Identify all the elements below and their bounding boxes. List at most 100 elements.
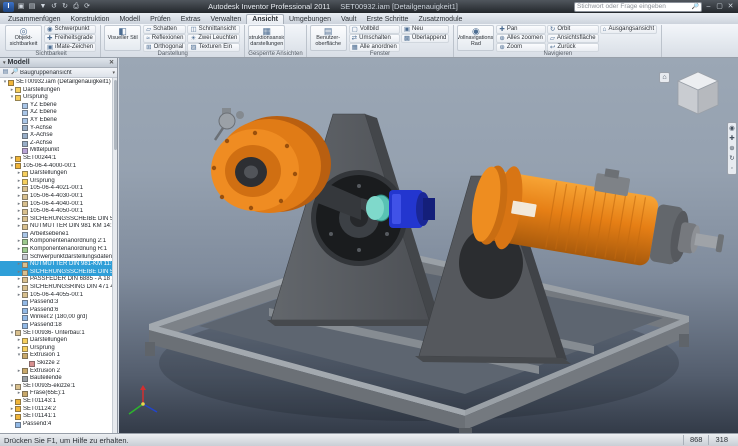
benutzeroberflaeche-button[interactable]: ▤Benutzer- oberfläche: [310, 25, 347, 51]
tab-zusatzmodule[interactable]: Zusatzmodule: [413, 15, 467, 24]
tree-item[interactable]: ▸Komponentenanordnung 2:1: [0, 238, 117, 246]
tree-item[interactable]: Arbeitsebene1: [0, 231, 117, 239]
tree-item[interactable]: ▸Darstellungen: [0, 87, 117, 95]
tree-item[interactable]: ▾SET00932.iam (Detailgenauigkeit1): [0, 79, 117, 87]
schatten-button[interactable]: ▱Schatten: [143, 25, 186, 34]
browser-close-icon[interactable]: ✕: [109, 59, 114, 66]
tree-item[interactable]: ▸105-06-4-4040-00:1: [0, 201, 117, 209]
tab-umgebungen[interactable]: Umgebungen: [284, 15, 336, 24]
tree-item[interactable]: ▸SET01143:1: [0, 398, 117, 406]
inventor-logo[interactable]: I: [3, 2, 14, 12]
tree-item[interactable]: ▸SET00244:1: [0, 155, 117, 163]
close-button[interactable]: ✕: [726, 2, 735, 12]
orbit-icon[interactable]: ↻: [728, 154, 736, 163]
update-icon[interactable]: ⟳: [82, 2, 92, 12]
schnittansicht-button[interactable]: ◫Schnittansicht: [187, 25, 240, 34]
tree-item[interactable]: ▾SET00936- Unterbau:1: [0, 330, 117, 338]
tree-item[interactable]: XY Ebene: [0, 117, 117, 125]
tree-item[interactable]: ▸105-06-4-4021-00:1: [0, 185, 117, 193]
tab-verwalten[interactable]: Verwalten: [206, 15, 247, 24]
new-file-icon[interactable]: ▣: [16, 2, 26, 12]
tree-item[interactable]: ▸NUTMUTTER DIN 981-KM 11:1 (Umbruch): [0, 261, 117, 269]
view-representation-select[interactable]: Baugruppenansicht: [20, 70, 110, 76]
tab-zusammenfügen[interactable]: Zusammenfügen: [3, 15, 66, 24]
redo-icon[interactable]: ↻: [60, 2, 70, 12]
tree-item[interactable]: X-Achse: [0, 132, 117, 140]
tree-item[interactable]: ▸SICHERUNGSSCHEIBE DIN 5406-MB11:1 (...): [0, 269, 117, 277]
tree-item[interactable]: ▸SICHERUNGSRING DIN 471 45x1,75:1: [0, 284, 117, 292]
tree-item[interactable]: ▸Ursprung: [0, 178, 117, 186]
schwerpunkt-button[interactable]: ◉Schwerpunkt: [44, 25, 96, 34]
tree-item[interactable]: ▸PASSFEDER DIN 6885 - A 18 x 11 x 100:1: [0, 276, 117, 284]
tree-item[interactable]: ▸Darstellungen: [0, 170, 117, 178]
freiheitsgrade-button[interactable]: ✚Freiheitsgrade: [44, 34, 96, 43]
neu-button[interactable]: ▣Neu: [401, 25, 450, 34]
tree-item[interactable]: YZ Ebene: [0, 102, 117, 110]
tree-item[interactable]: ▾105-06-4-4000-00:1: [0, 163, 117, 171]
ausgangsansicht-button[interactable]: ⌂Ausgangsansicht: [600, 25, 658, 34]
tree-item[interactable]: ▸Ursprung: [0, 345, 117, 353]
viewport-3d[interactable]: ⌂ ◉✚⊕↻◦: [119, 58, 738, 433]
full-navigation-wheel-icon[interactable]: ◉: [728, 124, 736, 133]
tree-item[interactable]: ▾Extrusion 1: [0, 352, 117, 360]
search-icon[interactable]: 🔎: [692, 3, 699, 10]
tree-item[interactable]: Passend:4: [0, 421, 117, 429]
pan-icon[interactable]: ✚: [728, 134, 736, 143]
konstruktionsansichtsdarstellungen-button[interactable]: ▦Konstruktionsansichts- darstellungen: [248, 25, 285, 51]
tree-item[interactable]: ▾SET00935-ekizze:1: [0, 383, 117, 391]
print-icon[interactable]: ⎙: [71, 2, 81, 12]
browser-header[interactable]: ▾ Modell ✕: [0, 58, 117, 68]
tree-item[interactable]: ▸SET01141:1: [0, 413, 117, 421]
tree-item[interactable]: Skizze 2: [0, 360, 117, 368]
maximize-button[interactable]: ▢: [715, 2, 724, 12]
undo-icon[interactable]: ↺: [49, 2, 59, 12]
zoom-icon[interactable]: ⊕: [728, 144, 736, 153]
tree-item[interactable]: Y-Achse: [0, 125, 117, 133]
tree-item[interactable]: ▸SICHERUNGSSCHEIBE DIN 5406 MB14:1: [0, 216, 117, 224]
save-icon[interactable]: ▼: [38, 2, 48, 12]
orbit-button[interactable]: ↻Orbit: [547, 25, 599, 34]
tree-item[interactable]: ▸105-06-4-4030-00:1: [0, 193, 117, 201]
pan-button[interactable]: ✚Pan: [496, 25, 545, 34]
tab-extras[interactable]: Extras: [176, 15, 206, 24]
search-tree-icon[interactable]: 🔎: [11, 69, 18, 76]
tab-erste-schritte[interactable]: Erste Schritte: [361, 15, 413, 24]
scrollbar-thumb[interactable]: [114, 80, 118, 150]
tree-item[interactable]: ▸Fräse(65E):1: [0, 390, 117, 398]
filter-icon[interactable]: ▤: [2, 69, 9, 76]
tree-item[interactable]: XZ Ebene: [0, 109, 117, 117]
tree-item[interactable]: ▸NUTMUTTER DIN 981 KM 14:1: [0, 223, 117, 231]
look-at-icon[interactable]: ◦: [728, 164, 736, 173]
überlappend-button[interactable]: ▩Überlappend: [401, 34, 450, 43]
alles-zoomen-button[interactable]: ⊕Alles zoomen: [496, 34, 545, 43]
zwei-leuchten-button[interactable]: ☀Zwei Leuchten: [187, 34, 240, 43]
visueller-stil-button[interactable]: ◧Visueller Stil: [104, 25, 141, 51]
viewcube[interactable]: [672, 68, 724, 118]
tree-item[interactable]: Mittelpunkt: [0, 147, 117, 155]
tree-item[interactable]: ▸Darstellungen: [0, 337, 117, 345]
tab-prüfen[interactable]: Prüfen: [145, 15, 176, 24]
vollnavigations-rad-button[interactable]: ◉Vollnavigations- Rad: [457, 25, 494, 51]
tree-item[interactable]: ▸Extrusion 2: [0, 368, 117, 376]
vollbild-button[interactable]: ▢Vollbild: [349, 25, 400, 34]
objektsichtbarkeit-button[interactable]: ◎Objekt- sichtbarkeit: [5, 25, 42, 51]
help-search-input[interactable]: Stichwort oder Frage eingeben 🔎: [574, 2, 702, 12]
umschalten-button[interactable]: ⇄Umschalten: [349, 34, 400, 43]
reflexionen-button[interactable]: ≈Reflexionen: [143, 34, 186, 43]
tree-item[interactable]: ▸SET01124:2: [0, 406, 117, 414]
tab-modell[interactable]: Modell: [114, 15, 145, 24]
tree-item[interactable]: ▸105-06-4-4050-00:1: [0, 208, 117, 216]
tree-item[interactable]: Z-Achse: [0, 140, 117, 148]
minimize-button[interactable]: –: [704, 2, 713, 12]
ansichtsfläche-button[interactable]: ▱Ansichtsfläche: [547, 34, 599, 43]
tab-vault[interactable]: Vault: [336, 15, 361, 24]
open-file-icon[interactable]: ▤: [27, 2, 37, 12]
tree-scrollbar[interactable]: [112, 78, 117, 433]
tree-item[interactable]: ▸105-06-4-4055-00:1: [0, 292, 117, 300]
tree-item[interactable]: Passend:18: [0, 322, 117, 330]
tab-ansicht[interactable]: Ansicht: [246, 14, 284, 24]
tree-item[interactable]: Passend:6: [0, 307, 117, 315]
tree-item[interactable]: ▸Komponentenanordnung R:1: [0, 246, 117, 254]
tab-konstruktion[interactable]: Konstruktion: [66, 15, 115, 24]
tree-item[interactable]: Schwerpunktdarstellungsdaten: [0, 254, 117, 262]
